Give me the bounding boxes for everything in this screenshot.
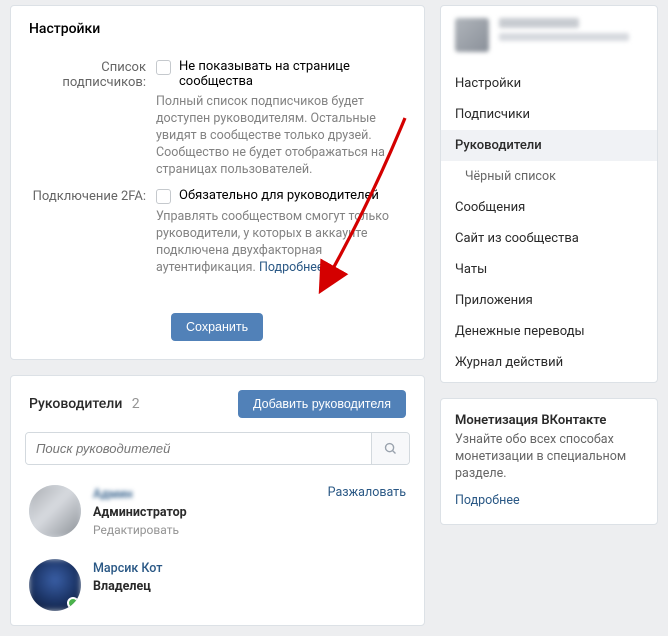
add-manager-button[interactable]: Добавить руководителя — [238, 390, 406, 418]
manager-name[interactable]: Админ — [93, 487, 133, 502]
manager-row: Марсик Кот Владелец — [11, 551, 424, 625]
search-icon — [383, 441, 398, 456]
subscribers-description: Полный список подписчиков будет доступен… — [156, 94, 406, 178]
sidebar-item[interactable]: Денежные переводы — [441, 316, 657, 347]
community-header-card: НастройкиПодписчикиРуководителиЧёрный сп… — [440, 5, 658, 383]
subscribers-hide-checkbox[interactable] — [156, 60, 171, 75]
two-fa-checkbox-label: Обязательно для руководителей — [179, 188, 379, 203]
demote-link[interactable]: Разжаловать — [328, 485, 406, 500]
sidebar-item[interactable]: Руководители — [441, 130, 657, 161]
save-button[interactable]: Сохранить — [171, 313, 263, 341]
manager-edit-link[interactable]: Редактировать — [93, 523, 406, 537]
subscribers-label: Список подписчиков: — [26, 59, 156, 178]
manager-search-input[interactable] — [26, 433, 371, 464]
manager-role: Владелец — [93, 579, 406, 594]
subscribers-checkbox-label: Не показывать на странице сообщества — [179, 59, 406, 89]
two-fa-checkbox[interactable] — [156, 189, 171, 204]
sidebar-item[interactable]: Приложения — [441, 285, 657, 316]
sidebar-item[interactable]: Сайт из сообщества — [441, 223, 657, 254]
online-indicator-icon — [67, 597, 79, 609]
subscribers-setting: Список подписчиков: Не показывать на стр… — [76, 59, 406, 178]
sidebar-nav: НастройкиПодписчикиРуководителиЧёрный сп… — [441, 64, 657, 382]
sidebar-item[interactable]: Подписчики — [441, 99, 657, 130]
avatar[interactable] — [29, 559, 81, 611]
sidebar-item[interactable]: Чёрный список — [441, 161, 657, 192]
community-avatar[interactable] — [455, 18, 489, 52]
sidebar-item[interactable]: Чаты — [441, 254, 657, 285]
settings-title: Настройки — [11, 6, 424, 49]
monetization-title: Монетизация ВКонтакте — [455, 413, 643, 428]
managers-card: Руководители 2 Добавить руководителя Адм… — [10, 375, 425, 626]
managers-title: Руководители 2 — [29, 396, 140, 412]
avatar[interactable] — [29, 485, 81, 537]
manager-row: Админ Администратор Редактировать Разжал… — [11, 477, 424, 551]
two-fa-more-link[interactable]: Подробнее — [259, 260, 324, 275]
sidebar-item[interactable]: Журнал действий — [441, 347, 657, 378]
community-name-block — [499, 18, 643, 41]
sidebar-item[interactable]: Настройки — [441, 68, 657, 99]
manager-search — [25, 432, 410, 465]
two-fa-setting: Подключение 2FA: Обязательно для руковод… — [76, 188, 406, 277]
manager-name[interactable]: Марсик Кот — [93, 561, 162, 576]
two-fa-description: Управлять сообществом смогут только руко… — [156, 209, 406, 277]
monetization-card: Монетизация ВКонтакте Узнайте обо всех с… — [440, 398, 658, 525]
two-fa-label: Подключение 2FA: — [26, 188, 156, 277]
settings-card: Настройки Список подписчиков: Не показыв… — [10, 5, 425, 360]
monetization-description: Узнайте обо всех способах монетизации в … — [455, 432, 643, 483]
monetization-link[interactable]: Подробнее — [455, 493, 520, 508]
managers-count: 2 — [132, 396, 140, 412]
sidebar-item[interactable]: Сообщения — [441, 192, 657, 223]
manager-search-button[interactable] — [371, 433, 409, 464]
manager-role: Администратор — [93, 505, 406, 520]
